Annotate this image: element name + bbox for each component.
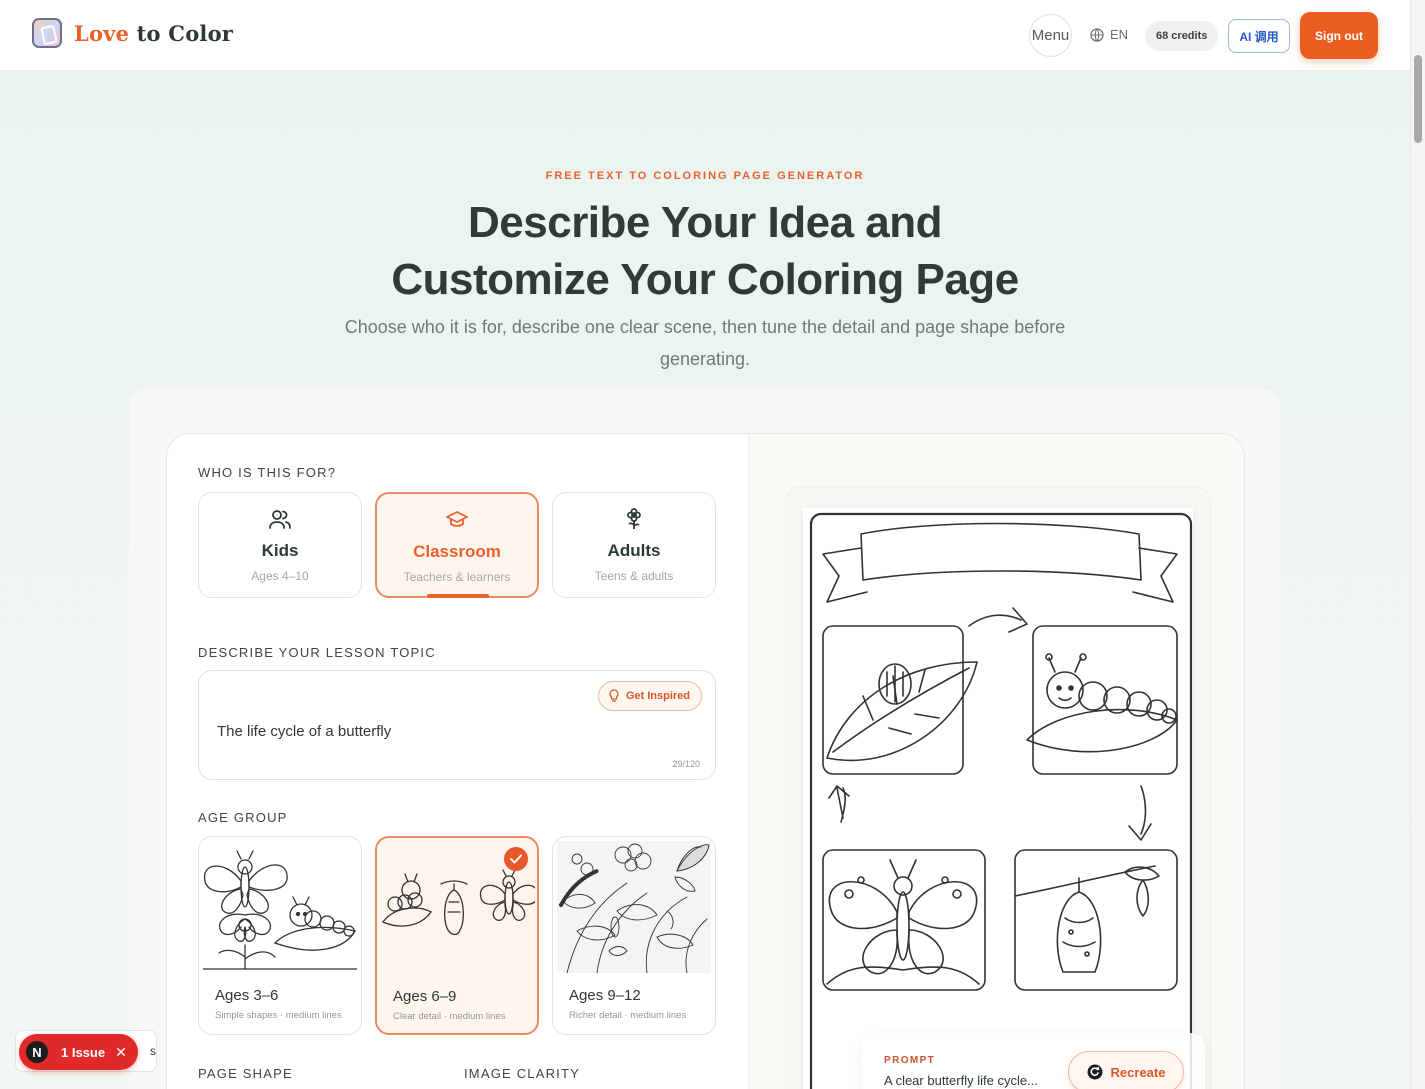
- issues-label-tail: s: [150, 1044, 156, 1058]
- age-subtitle: Clear detail · medium lines: [393, 1011, 506, 1022]
- lightbulb-icon: [609, 689, 619, 702]
- audience-title: Classroom: [413, 542, 501, 561]
- ai-usage-button[interactable]: AI 调用: [1228, 19, 1290, 53]
- audience-label: WHO IS THIS FOR?: [198, 465, 337, 480]
- prompt-label: PROMPT: [884, 1055, 936, 1066]
- page-title-line2: Customize Your Coloring Page: [391, 255, 1019, 304]
- audience-option-adults[interactable]: Adults Teens & adults: [552, 492, 716, 598]
- audience-subtitle: Ages 4–10: [251, 569, 309, 583]
- hero-subtitle: Choose who it is for, describe one clear…: [344, 317, 1066, 369]
- coloring-page-preview[interactable]: [803, 508, 1193, 1089]
- page-title-line1: Describe Your Idea and: [468, 198, 943, 247]
- topic-textarea[interactable]: Get Inspired The life cycle of a butterf…: [198, 670, 716, 780]
- audience-subtitle: Teens & adults: [594, 569, 674, 583]
- brand-name-part1: Love: [74, 20, 130, 46]
- recreate-button[interactable]: Recreate: [1068, 1051, 1184, 1089]
- check-icon: [504, 847, 528, 871]
- menu-button[interactable]: Menu: [1029, 14, 1072, 57]
- hero-eyebrow: FREE TEXT TO COLORING PAGE GENERATOR: [545, 170, 865, 182]
- preview-pane: PROMPT A clear butterfly life cycle... R…: [748, 434, 1244, 1089]
- credits-badge[interactable]: 68 credits: [1145, 21, 1219, 51]
- image-clarity-label: IMAGE CLARITY: [464, 1066, 581, 1081]
- age-title: Ages 3–6: [215, 987, 279, 1004]
- age-title: Ages 6–9: [393, 988, 457, 1005]
- globe-icon: [1090, 27, 1104, 42]
- age-option-9-12[interactable]: Ages 9–12 Richer detail · medium lines: [552, 836, 716, 1035]
- topic-label: DESCRIBE YOUR LESSON TOPIC: [198, 645, 436, 660]
- age-preview-image: [557, 841, 711, 973]
- age-option-6-9[interactable]: Ages 6–9 Clear detail · medium lines: [375, 836, 539, 1035]
- issues-badge[interactable]: N 1 Issue ✕: [19, 1034, 138, 1070]
- preview-frame: PROMPT A clear butterfly life cycle... R…: [785, 486, 1211, 1089]
- audience-option-kids[interactable]: Kids Ages 4–10: [198, 492, 362, 598]
- selected-indicator: [427, 594, 489, 598]
- age-preview-image: [203, 841, 357, 973]
- top-nav: Love to Color Menu EN 68 credits AI 调用 S…: [0, 0, 1410, 71]
- topic-value: The life cycle of a butterfly: [217, 723, 392, 740]
- age-subtitle: Richer detail · medium lines: [569, 1010, 687, 1021]
- prompt-overlay: PROMPT A clear butterfly life cycle... R…: [862, 1033, 1205, 1089]
- character-counter: 29/120: [672, 759, 700, 769]
- get-inspired-button[interactable]: Get Inspired: [597, 681, 702, 711]
- age-option-3-6[interactable]: Ages 3–6 Simple shapes · medium lines: [198, 836, 362, 1035]
- palette-icon: [32, 18, 62, 48]
- refresh-icon: [1087, 1064, 1103, 1080]
- generator-card: WHO IS THIS FOR? Kids Ages 4–10 Classroo…: [166, 433, 1245, 1089]
- language-selector[interactable]: EN: [1090, 27, 1128, 42]
- brand-logo[interactable]: Love to Color: [32, 18, 233, 48]
- nextjs-logo-icon: N: [24, 1039, 50, 1065]
- audience-subtitle: Teachers & learners: [403, 570, 511, 584]
- users-icon: [269, 510, 291, 529]
- audience-option-classroom[interactable]: Classroom Teachers & learners: [375, 492, 539, 598]
- graduation-cap-icon: [446, 511, 468, 527]
- audience-title: Kids: [261, 541, 299, 560]
- sign-out-button[interactable]: Sign out: [1300, 12, 1378, 59]
- dev-issues-overlay: N 1 Issue ✕ s: [15, 1030, 157, 1072]
- flower-icon: [627, 508, 641, 529]
- audience-title: Adults: [607, 541, 661, 560]
- age-subtitle: Simple shapes · medium lines: [215, 1010, 342, 1021]
- age-title: Ages 9–12: [569, 987, 641, 1004]
- page-scrollbar[interactable]: [1410, 0, 1425, 1089]
- prompt-text: A clear butterfly life cycle...: [884, 1073, 1038, 1088]
- scrollbar-thumb[interactable]: [1414, 55, 1422, 143]
- page-title: Describe Your Idea and Customize Your Co…: [0, 194, 1410, 308]
- brand-name-part2: to Color: [136, 20, 234, 46]
- issues-count: 1 Issue: [61, 1044, 106, 1060]
- page-shape-label: PAGE SHAPE: [198, 1066, 293, 1081]
- language-label: EN: [1110, 27, 1129, 42]
- close-icon[interactable]: ✕: [115, 1044, 127, 1061]
- age-group-label: AGE GROUP: [198, 810, 288, 825]
